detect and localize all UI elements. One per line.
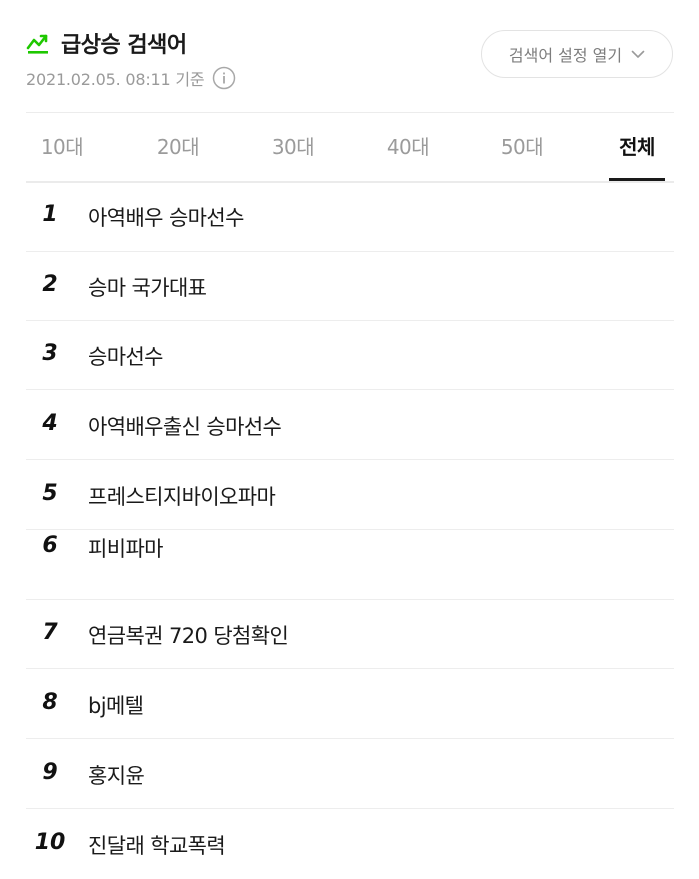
keyword-text: 홍지윤 [88,764,145,788]
keyword-text: 아역배우출신 승마선수 [88,415,282,439]
keyword-rank: 2 [42,272,58,297]
info-icon[interactable] [212,66,236,90]
timestamp: 2021.02.05. 08:11 기준 [26,70,205,89]
keyword-row[interactable]: 10 진달래 학교폭력 [26,810,674,879]
keyword-rank: 10 [34,830,66,855]
page-title: 급상승 검색어 [61,33,187,58]
search-settings-label: 검색어 설정 열기 [508,46,623,65]
keyword-rank: 5 [42,481,58,506]
keyword-row[interactable]: 5 프레스티지바이오파마 [26,461,674,530]
keyword-rank: 4 [42,411,58,436]
tab-10s[interactable]: 10대 [26,113,98,181]
keyword-rank: 3 [42,341,58,366]
keyword-row[interactable]: 8 bj메텔 [26,670,674,739]
keyword-text: 아역배우 승마선수 [88,206,244,230]
keyword-text: 연금복권 720 당첨확인 [88,624,289,648]
search-settings-button[interactable]: 검색어 설정 열기 [481,30,673,78]
keyword-row[interactable]: 6 피비파마 [26,531,674,600]
row-divider [26,808,674,809]
row-divider [26,389,674,390]
tab-40s[interactable]: 40대 [372,113,444,181]
keyword-text: 프레스티지바이오파마 [88,485,276,509]
tab-30s[interactable]: 30대 [257,113,329,181]
timestamp-row: 2021.02.05. 08:11 기준 [26,66,236,90]
keyword-row[interactable]: 2 승마 국가대표 [26,252,674,321]
keyword-rank: 1 [42,202,58,227]
keyword-text: 진달래 학교폭력 [88,834,226,858]
row-divider [26,738,674,739]
keyword-rank: 7 [42,620,58,645]
keyword-text: bj메텔 [88,694,144,718]
trend-chart-icon [26,34,48,54]
keyword-row[interactable]: 4 아역배우출신 승마선수 [26,391,674,460]
title-row: 급상승 검색어 [26,27,187,59]
keyword-rank: 8 [42,690,58,715]
keyword-text: 승마 국가대표 [88,276,207,300]
tab-all[interactable]: 전체 [609,113,665,181]
keyword-text: 승마선수 [88,345,163,369]
row-divider [26,668,674,669]
tab-50s[interactable]: 50대 [486,113,558,181]
keyword-rank: 6 [42,533,58,558]
keyword-row[interactable]: 3 승마선수 [26,321,674,390]
row-divider [26,459,674,460]
keyword-row[interactable]: 7 연금복권 720 당첨확인 [26,600,674,669]
chevron-down-icon [631,50,645,58]
age-tabs: 10대 20대 30대 40대 50대 전체 [26,113,674,181]
tab-20s[interactable]: 20대 [142,113,214,181]
trending-header: 급상승 검색어 2021.02.05. 08:11 기준 검색어 설정 열기 [0,0,699,113]
row-divider [26,529,674,530]
keyword-text: 피비파마 [88,537,163,561]
keyword-rank: 9 [42,760,58,785]
keyword-row[interactable]: 9 홍지윤 [26,740,674,809]
keyword-row[interactable]: 1 아역배우 승마선수 [26,183,674,252]
